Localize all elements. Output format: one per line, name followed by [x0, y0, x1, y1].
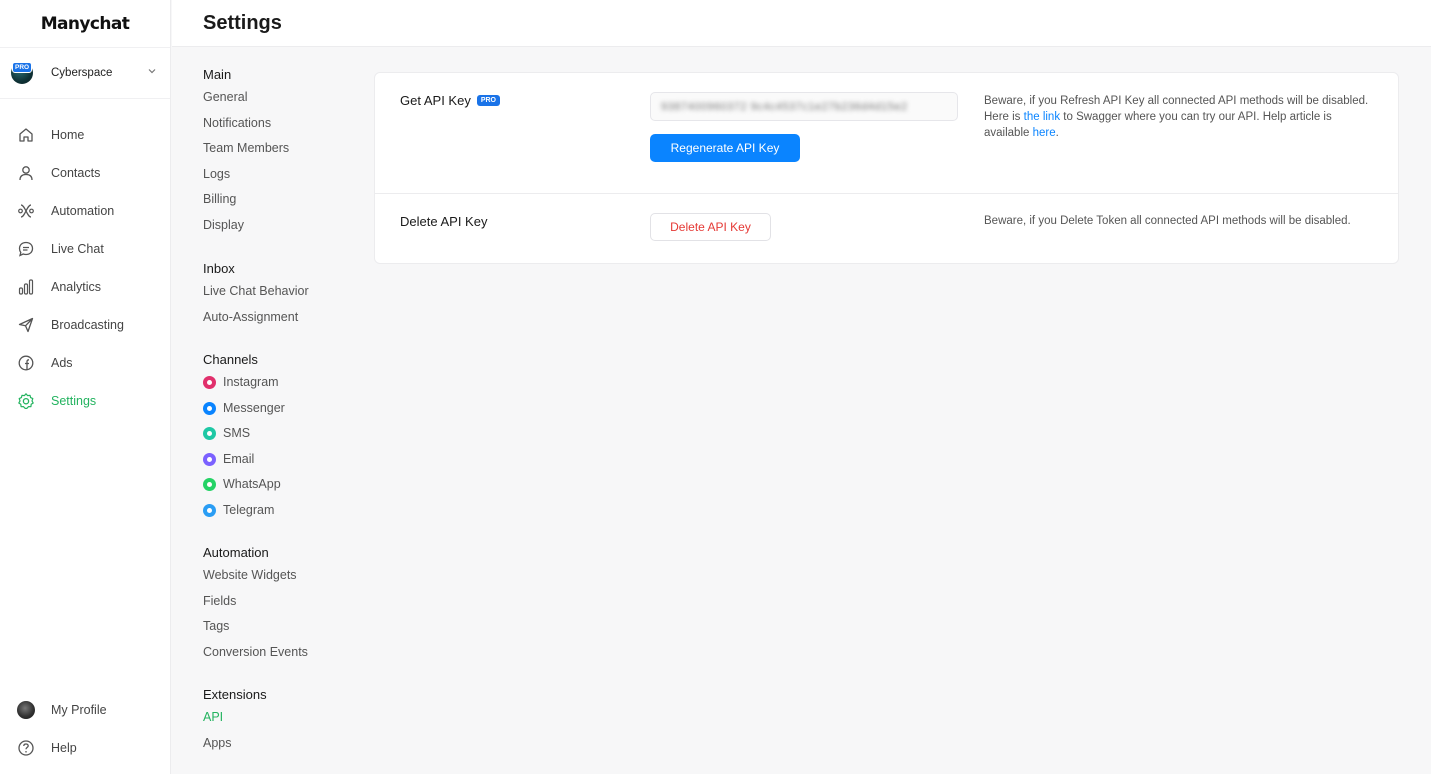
subnav-item-telegram[interactable]: Telegram	[203, 498, 362, 524]
delete-warning-text: Beware, if you Delete Token all connecte…	[984, 215, 1351, 227]
subnav-item-messenger-label: Messenger	[223, 400, 285, 415]
swagger-link[interactable]: the link	[1024, 111, 1060, 123]
nav-settings[interactable]: Settings	[0, 382, 170, 420]
subnav-item-conversion-events[interactable]: Conversion Events	[203, 640, 362, 666]
nav-home[interactable]: Home	[0, 116, 170, 154]
instagram-icon	[203, 376, 216, 390]
subnav-section-inbox: Inbox	[203, 261, 235, 276]
nav-ads[interactable]: Ads	[0, 344, 170, 382]
messenger-icon	[203, 401, 216, 415]
refresh-warning-text: Beware, if you Refresh API Key all conne…	[984, 95, 1369, 107]
subnav-item-display[interactable]: Display	[203, 213, 362, 239]
subnav-item-tags[interactable]: Tags	[203, 614, 362, 640]
get-api-key-label-row: Get API Key PRO	[400, 93, 500, 108]
subnav-item-email-label: Email	[223, 451, 255, 466]
subnav-item-live-chat-behavior[interactable]: Live Chat Behavior	[203, 279, 362, 305]
whatsapp-icon	[203, 478, 216, 492]
analytics-icon	[18, 279, 34, 295]
home-icon	[19, 128, 33, 142]
nav-analytics-label: Analytics	[51, 280, 102, 294]
nav-home-label: Home	[51, 128, 85, 142]
regenerate-api-key-button[interactable]: Regenerate API Key	[650, 134, 800, 162]
settings-subnav: Main General Notifications Team Members …	[172, 48, 362, 774]
delete-api-key-label: Delete API Key	[400, 214, 488, 229]
subnav-section-channels: Channels	[203, 352, 258, 367]
telegram-icon	[203, 503, 216, 517]
sms-icon	[203, 427, 216, 441]
subnav-item-general[interactable]: General	[203, 85, 362, 111]
nav-automation-label: Automation	[51, 204, 115, 218]
nav-automation[interactable]: Automation	[0, 192, 170, 230]
account-name: Cyberspace	[51, 67, 113, 79]
nav-ads-label: Ads	[51, 356, 73, 370]
subnav-item-telegram-label: Telegram	[223, 502, 275, 517]
nav-help[interactable]: Help	[0, 729, 170, 767]
email-icon	[203, 452, 216, 466]
nav-analytics[interactable]: Analytics	[0, 268, 170, 306]
gear-icon	[18, 393, 34, 409]
subnav-item-notifications[interactable]: Notifications	[203, 111, 362, 137]
subnav-item-billing[interactable]: Billing	[203, 187, 362, 213]
pro-badge: PRO	[476, 95, 500, 106]
get-api-key-label: Get API Key	[400, 93, 471, 108]
subnav-item-apps[interactable]: Apps	[203, 731, 362, 757]
nav-broadcasting[interactable]: Broadcasting	[0, 306, 170, 344]
send-icon	[18, 317, 34, 333]
nav-contacts-label: Contacts	[51, 166, 101, 180]
subnav-item-email[interactable]: Email	[203, 447, 362, 473]
nav-live-chat[interactable]: Live Chat	[0, 230, 170, 268]
subnav-item-whatsapp-label: WhatsApp	[223, 477, 281, 491]
nav-my-profile[interactable]: My Profile	[0, 691, 170, 729]
nav-help-label: Help	[51, 741, 77, 755]
chevron-down-icon	[148, 66, 156, 76]
account-switcher[interactable]: PRO Cyberspace	[0, 47, 170, 99]
subnav-item-instagram-label: Instagram	[223, 375, 279, 389]
subnav-item-logs[interactable]: Logs	[203, 162, 362, 188]
subnav-section-automation: Automation	[203, 545, 269, 560]
subnav-item-sms-label: SMS	[223, 426, 251, 440]
subnav-item-messenger[interactable]: Messenger	[203, 396, 362, 422]
subnav-item-instagram[interactable]: Instagram	[203, 370, 362, 396]
nav-contacts[interactable]: Contacts	[0, 154, 170, 192]
subnav-section-main: Main	[203, 67, 232, 82]
nav-my-profile-label: My Profile	[51, 703, 107, 717]
account-pro-badge: PRO	[12, 62, 33, 73]
nav-live-chat-label: Live Chat	[51, 242, 104, 256]
help-article-link[interactable]: here	[1033, 127, 1056, 139]
page-header: Settings	[172, 0, 1431, 47]
page-title: Settings	[203, 12, 282, 34]
get-api-key-note: Beware, if you Refresh API Key all conne…	[984, 93, 1379, 141]
subnav-item-team-members[interactable]: Team Members	[203, 136, 362, 162]
automation-icon	[18, 204, 34, 218]
subnav-item-fields[interactable]: Fields	[203, 589, 362, 615]
nav-settings-label: Settings	[51, 394, 97, 408]
subnav-item-whatsapp[interactable]: WhatsApp	[203, 472, 362, 498]
api-key-field[interactable]: 9387400960372 9c4c4537c1e27b236d4d15e2	[650, 92, 958, 121]
help-icon	[18, 740, 34, 756]
ads-icon	[18, 355, 34, 371]
api-key-value: 9387400960372 9c4c4537c1e27b236d4d15e2	[661, 100, 908, 113]
delete-api-key-button[interactable]: Delete API Key	[650, 213, 771, 241]
nav-broadcasting-label: Broadcasting	[51, 318, 124, 332]
avatar	[17, 701, 35, 719]
chat-icon	[18, 241, 34, 257]
subnav-section-extensions: Extensions	[203, 687, 267, 702]
subnav-item-api[interactable]: API	[203, 705, 362, 731]
manychat-logo[interactable]: Manychat	[0, 0, 170, 47]
api-key-card: Get API Key PRO 9387400960372 9c4c4537c1…	[374, 72, 1399, 264]
subnav-item-sms[interactable]: SMS	[203, 421, 362, 447]
person-icon	[19, 166, 33, 181]
subnav-item-website-widgets[interactable]: Website Widgets	[203, 563, 362, 589]
row-divider	[375, 193, 1398, 194]
swagger-help-text: Here is the link to Swagger where you ca…	[984, 111, 1332, 139]
subnav-item-auto-assignment[interactable]: Auto-Assignment	[203, 305, 362, 331]
left-sidebar: Manychat PRO Cyberspace Home Contacts Au…	[0, 0, 171, 774]
